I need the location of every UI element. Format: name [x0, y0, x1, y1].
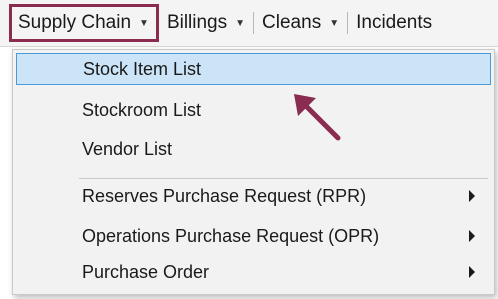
menu-incidents[interactable]: Incidents — [348, 0, 440, 46]
menu-cleans[interactable]: Cleans ▼ — [254, 0, 347, 46]
menu-incidents-label: Incidents — [356, 12, 433, 33]
menu-divider — [79, 178, 488, 179]
menu-item-reserves-purchase-request[interactable]: Reserves Purchase Request (RPR) — [16, 180, 491, 212]
menu-supply-chain[interactable]: Supply Chain ▼ — [9, 4, 159, 42]
caret-down-icon: ▼ — [235, 17, 246, 29]
caret-down-icon: ▼ — [139, 17, 149, 29]
menu-item-vendor-list[interactable]: Vendor List — [16, 133, 491, 165]
menu-supply-chain-label: Supply Chain — [18, 12, 132, 33]
submenu-arrow-icon — [469, 230, 475, 242]
menu-cleans-label: Cleans — [262, 12, 322, 33]
menu-item-stock-item-list[interactable]: Stock Item List — [16, 53, 491, 85]
menu-item-label: Operations Purchase Request (OPR) — [82, 225, 380, 246]
submenu-arrow-icon — [469, 266, 475, 278]
menu-item-label: Stock Item List — [83, 58, 202, 79]
submenu-arrow-icon — [469, 190, 475, 202]
screen: Supply Chain ▼ Billings ▼ Cleans ▼ Incid… — [0, 0, 498, 299]
caret-down-icon: ▼ — [329, 17, 340, 29]
menu-item-label: Stockroom List — [82, 99, 202, 120]
menu-item-label: Vendor List — [82, 138, 173, 159]
supply-chain-dropdown: Stock Item List Stockroom List Vendor Li… — [12, 49, 495, 295]
menu-item-purchase-order[interactable]: Purchase Order — [16, 256, 491, 288]
menu-item-operations-purchase-request[interactable]: Operations Purchase Request (OPR) — [16, 220, 491, 252]
arrow-pointing-up-left-icon — [294, 94, 341, 141]
menu-bar: Supply Chain ▼ Billings ▼ Cleans ▼ Incid… — [0, 0, 498, 47]
menu-item-label: Reserves Purchase Request (RPR) — [82, 185, 367, 206]
menu-item-label: Purchase Order — [82, 261, 210, 282]
menu-item-stockroom-list[interactable]: Stockroom List — [16, 94, 491, 126]
menu-billings-label: Billings — [166, 12, 228, 33]
menu-billings[interactable]: Billings ▼ — [159, 0, 253, 46]
